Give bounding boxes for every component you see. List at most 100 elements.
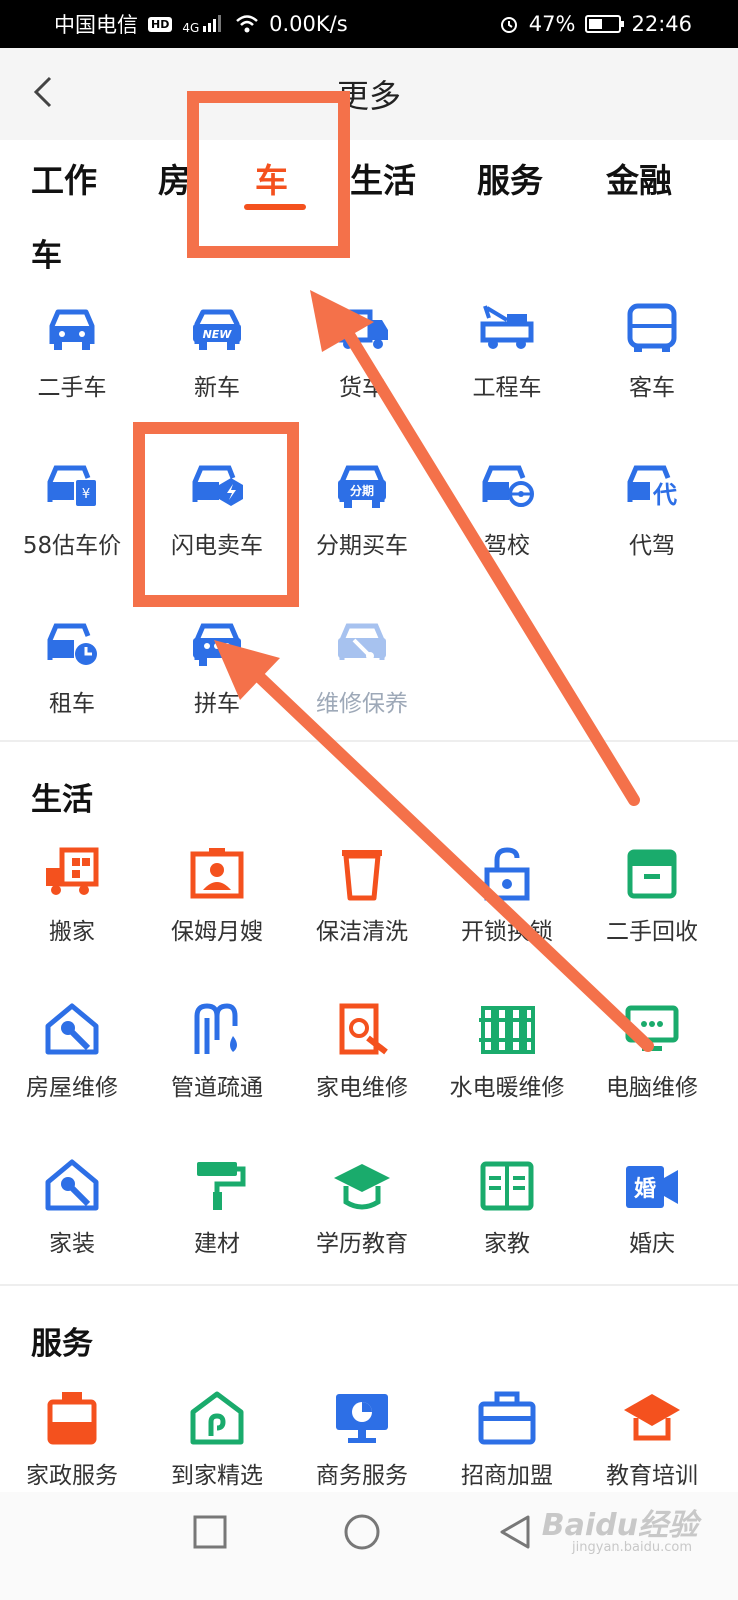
grid-item-engineering-vehicle[interactable]: 工程车 [437, 300, 577, 402]
tab-service[interactable]: 服务 [477, 154, 543, 202]
item-label: 家教 [484, 1231, 530, 1257]
item-label: 到家精选 [171, 1463, 263, 1489]
grid-item-nanny[interactable]: 保姆月嫂 [147, 844, 287, 946]
tab-car[interactable]: 车 [255, 154, 288, 202]
grid-item-car-repair[interactable]: 维修保养 [292, 616, 432, 718]
back-button[interactable] [30, 72, 70, 116]
moving-icon [46, 847, 99, 895]
home-decor-icon [45, 1159, 99, 1211]
item-label: 分期买车 [316, 533, 408, 559]
watermark-url: jingyan.baidu.com [572, 1540, 692, 1555]
grid-item-appliance-repair[interactable]: 家电维修 [292, 1000, 432, 1102]
item-label: 商务服务 [316, 1463, 408, 1489]
item-label: 教育培训 [606, 1463, 698, 1489]
car-icon [49, 309, 95, 350]
grid-item-education[interactable]: 学历教育 [292, 1156, 432, 1258]
battery-percent: 47% [528, 12, 576, 36]
tab-work[interactable]: 工作 [31, 154, 97, 202]
item-label: 维修保养 [316, 691, 408, 717]
truck-icon [333, 309, 388, 349]
car-price-icon: ¥ [47, 465, 96, 506]
active-tab-indicator [244, 204, 306, 210]
grid-item-lock[interactable]: 开锁换锁 [437, 844, 577, 946]
square-icon[interactable] [190, 1512, 230, 1552]
item-label: 租车 [49, 691, 95, 717]
grid-item-pipe[interactable]: 管道疏通 [147, 1000, 287, 1102]
section-title-car: 车 [31, 238, 62, 274]
item-label: 开锁换锁 [461, 919, 553, 945]
radiator-icon [479, 1006, 535, 1054]
cleaning-icon [342, 850, 382, 901]
item-label: 新车 [194, 375, 240, 401]
svg-text:代: 代 [652, 481, 677, 509]
tab-house[interactable]: 房 [158, 154, 191, 202]
grid-item-house-repair[interactable]: 房屋维修 [2, 1000, 142, 1102]
grid-item-franchise[interactable]: 招商加盟 [437, 1388, 577, 1490]
section-divider [0, 1284, 738, 1286]
wedding-icon: 婚 [626, 1166, 678, 1208]
circle-icon[interactable] [342, 1512, 382, 1552]
grid-item-used-car[interactable]: 二手车 [2, 300, 142, 402]
grid-item-driving-school[interactable]: 驾校 [437, 458, 577, 560]
grid-item-home-select[interactable]: 到家精选 [147, 1388, 287, 1490]
paint-roller-icon [197, 1162, 246, 1210]
grid-item-housekeeping[interactable]: 家政服务 [2, 1388, 142, 1490]
tow-truck-icon [480, 305, 534, 349]
item-label: 工程车 [472, 375, 542, 401]
item-label: 代驾 [629, 533, 675, 559]
grid-item-training[interactable]: 教育培训 [582, 1388, 722, 1490]
grid-item-radiator[interactable]: 水电暖维修 [437, 1000, 577, 1102]
grid-item-carpool[interactable]: 拼车 [147, 616, 287, 718]
triangle-back-icon[interactable] [496, 1512, 536, 1552]
grid-item-business[interactable]: 商务服务 [292, 1388, 432, 1490]
signal-icon: 4G [182, 14, 225, 35]
grid-item-car-valuation[interactable]: ¥ 58估车价 [2, 458, 142, 560]
grid-item-moving[interactable]: 搬家 [2, 844, 142, 946]
home-select-icon [190, 1391, 244, 1445]
grid-item-cleaning[interactable]: 保洁清洗 [292, 844, 432, 946]
grid-item-bus[interactable]: 客车 [582, 300, 722, 402]
grid-item-recycle[interactable]: 二手回收 [582, 844, 722, 946]
recycle-box-icon [627, 849, 677, 899]
grid-item-designated-driver[interactable]: 代 代驾 [582, 458, 722, 560]
grid-item-car-rental[interactable]: 租车 [2, 616, 142, 718]
grid-item-computer-repair[interactable]: 电脑维修 [582, 1000, 722, 1102]
item-label: 水电暖维修 [449, 1075, 565, 1101]
item-label: 搬家 [49, 919, 95, 945]
driving-school-icon [482, 465, 534, 507]
item-label: 拼车 [194, 691, 240, 717]
installment-car-icon: 分期 [338, 465, 386, 508]
grid-item-lightning-sell[interactable]: 闪电卖车 [147, 458, 287, 560]
computer-icon [625, 1005, 679, 1051]
designated-driver-icon: 代 [627, 465, 677, 509]
item-label: 二手回收 [606, 919, 698, 945]
lightning-sell-icon [192, 465, 243, 506]
grid-item-tutor[interactable]: 家教 [437, 1156, 577, 1258]
briefcase-icon [478, 1391, 536, 1445]
svg-text:婚: 婚 [634, 1176, 656, 1202]
grid-item-wedding[interactable]: 婚 婚庆 [582, 1156, 722, 1258]
item-label: 家政服务 [26, 1463, 118, 1489]
appliance-repair-icon [339, 1003, 388, 1055]
grid-item-new-car[interactable]: NEW 新车 [147, 300, 287, 402]
pipe-icon [194, 1003, 238, 1054]
item-label: 驾校 [484, 533, 530, 559]
tab-finance[interactable]: 金融 [606, 154, 672, 202]
wifi-icon [236, 15, 258, 33]
grid-item-building-materials[interactable]: 建材 [147, 1156, 287, 1258]
grid-item-installment[interactable]: 分期 分期买车 [292, 458, 432, 560]
item-label: 闪电卖车 [171, 533, 263, 559]
header-bar: 更多 [0, 48, 738, 140]
bus-icon [627, 303, 677, 352]
tab-life[interactable]: 生活 [350, 154, 416, 202]
item-label: 保姆月嫂 [171, 919, 263, 945]
grid-item-home-decor[interactable]: 家装 [2, 1156, 142, 1258]
car-rental-icon [47, 623, 97, 665]
network-speed: 0.00K/s [269, 12, 348, 36]
house-repair-icon [45, 1003, 99, 1055]
grid-item-truck[interactable]: 货车 [292, 300, 432, 402]
item-label: 家装 [49, 1231, 95, 1257]
svg-text:NEW: NEW [203, 328, 233, 341]
carrier-label: 中国电信 [54, 13, 138, 37]
item-label: 建材 [194, 1231, 240, 1257]
